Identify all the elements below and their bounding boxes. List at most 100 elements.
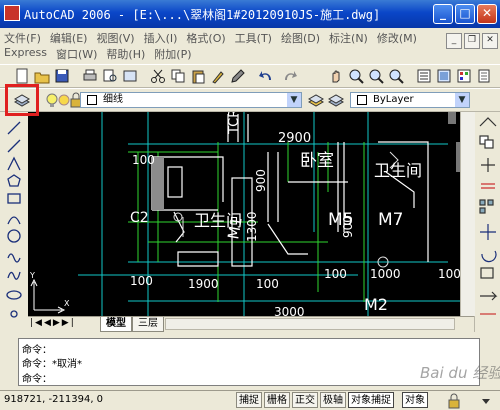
standard-toolbar (0, 64, 500, 88)
dimension-1900: 1900 (188, 277, 219, 291)
construction-line-icon (7, 139, 21, 153)
current-layer-name: 细线 (103, 94, 123, 105)
design-center-icon[interactable] (436, 68, 452, 84)
make-object-layer-current-icon[interactable] (308, 92, 324, 108)
publish-icon[interactable] (122, 68, 138, 84)
menu-file[interactable]: 文件(F) (4, 30, 41, 46)
doc-minimize-button[interactable]: _ (446, 33, 462, 49)
dimension-1000: 1000 (370, 267, 401, 281)
point-icon (10, 310, 18, 318)
color-control-dropdown[interactable]: ByLayer ▼ (350, 92, 470, 108)
command-line-2: 命令：*取消* (22, 359, 82, 370)
polar-toggle[interactable]: 极轴 (320, 392, 346, 408)
close-button[interactable]: ✕ (477, 4, 497, 24)
chevron-down-icon: ▼ (455, 93, 469, 107)
menu-draw[interactable]: 绘图(D) (281, 30, 320, 46)
modify-tools-icons (479, 117, 498, 315)
otrack-toggle[interactable]: 对象 (402, 392, 428, 408)
svg-text:X: X (64, 299, 70, 308)
rotate-icon (481, 250, 497, 263)
save-icon[interactable] (54, 68, 70, 84)
bylayer-label: ByLayer (373, 94, 414, 105)
properties-icon[interactable] (416, 68, 432, 84)
highlight-box (5, 84, 39, 116)
open-file-icon[interactable] (34, 68, 50, 84)
door-label-m7: M7 (378, 210, 403, 230)
pan-icon[interactable] (328, 68, 344, 84)
print-icon[interactable] (82, 68, 98, 84)
doc-restore-button[interactable]: ❐ (464, 33, 480, 49)
dimension-100-a: 100 (132, 153, 155, 167)
tab-layout-third-floor[interactable]: 三层 (132, 317, 164, 332)
menu-row-1: 文件(F) 编辑(E) 视图(V) 插入(I) 格式(O) 工具(T) 绘图(D… (4, 30, 417, 46)
cut-icon[interactable] (150, 68, 166, 84)
line-icon (7, 121, 21, 135)
menu-bar: 文件(F) 编辑(E) 视图(V) 插入(I) 格式(O) 工具(T) 绘图(D… (0, 28, 460, 62)
minimize-button[interactable]: _ (433, 4, 453, 24)
tool-palettes-icon[interactable] (456, 68, 472, 84)
zoom-realtime-icon[interactable] (348, 68, 364, 84)
lock-icon[interactable] (446, 393, 462, 409)
command-input[interactable]: 命令： (22, 370, 52, 385)
doc-close-button[interactable]: ✕ (482, 33, 498, 49)
menu-arrow-icon[interactable] (478, 393, 494, 409)
erase-icon (479, 117, 497, 127)
command-line-1: 命令： (22, 345, 52, 356)
grid-toggle[interactable]: 栅格 (264, 392, 290, 408)
paste-icon[interactable] (190, 68, 206, 84)
modify-toolbar (474, 112, 500, 332)
rectangle-icon (7, 193, 21, 204)
dimension-1300: 1300 (245, 211, 259, 242)
menu-edit[interactable]: 编辑(E) (50, 30, 88, 46)
menu-addons[interactable]: 附加(P) (154, 46, 191, 62)
label-tcr: TCR5 (227, 112, 242, 135)
menu-insert[interactable]: 插入(I) (144, 30, 178, 46)
menu-format[interactable]: 格式(O) (186, 30, 225, 46)
dimension-2900: 2900 (278, 131, 311, 146)
dimension-100-c: 100 (256, 277, 279, 291)
vertical-scrollbar[interactable] (460, 112, 475, 316)
draw-tools-icons (6, 121, 22, 318)
osnap-toggle[interactable]: 对象捕捉 (348, 392, 394, 408)
stretch-icon (480, 291, 498, 301)
menu-help[interactable]: 帮助(H) (106, 46, 145, 62)
menu-window[interactable]: 窗口(W) (56, 46, 97, 62)
spline-icon (7, 271, 21, 280)
menu-modify[interactable]: 修改(M) (377, 30, 417, 46)
zoom-previous-icon[interactable] (388, 68, 404, 84)
circle-icon (7, 229, 21, 243)
block-editor-icon[interactable] (230, 68, 246, 84)
dimension-3000: 3000 (274, 305, 305, 316)
print-preview-icon[interactable] (102, 68, 118, 84)
layer-control-dropdown[interactable]: 细线 ▼ (80, 92, 302, 108)
horizontal-scrollbar[interactable] (165, 318, 455, 330)
new-file-icon[interactable] (14, 68, 30, 84)
zoom-window-icon[interactable] (368, 68, 384, 84)
chevron-down-icon: ▼ (287, 93, 301, 107)
maximize-button[interactable]: □ (455, 4, 475, 24)
menu-dimension[interactable]: 标注(N) (329, 30, 368, 46)
sheet-set-icon[interactable] (476, 68, 492, 84)
drawing-canvas[interactable]: TCR5 2900 卧室 卫生间 100 900 C2 卫生间 1300 900… (28, 112, 464, 316)
door-label-m5: M5 (328, 210, 353, 230)
ortho-toggle[interactable]: 正交 (292, 392, 318, 408)
menu-tools[interactable]: 工具(T) (235, 30, 272, 46)
tab-model[interactable]: 模型 (100, 317, 132, 332)
autocad-app-icon[interactable] (4, 5, 20, 21)
match-properties-icon[interactable] (210, 68, 226, 84)
copy-icon[interactable] (170, 68, 186, 84)
dimension-100-e: 100 (438, 267, 461, 281)
offset-icon (481, 183, 495, 189)
menu-express[interactable]: Express (4, 46, 47, 62)
layer-previous-icon[interactable] (328, 92, 344, 108)
snap-toggle[interactable]: 捕捉 (236, 392, 262, 408)
undo-icon[interactable] (258, 68, 274, 84)
tab-navigation-arrows[interactable]: |◀◀▶▶| (30, 318, 76, 328)
command-history[interactable]: 命令： 命令：*取消* 命令： (18, 338, 480, 386)
ucs-icon: Y X (29, 271, 70, 314)
mirror-icon (481, 158, 495, 172)
polyline-icon (7, 156, 21, 171)
menu-view[interactable]: 视图(V) (96, 30, 134, 46)
label-c2: C2 (130, 210, 149, 226)
redo-icon[interactable] (282, 68, 298, 84)
